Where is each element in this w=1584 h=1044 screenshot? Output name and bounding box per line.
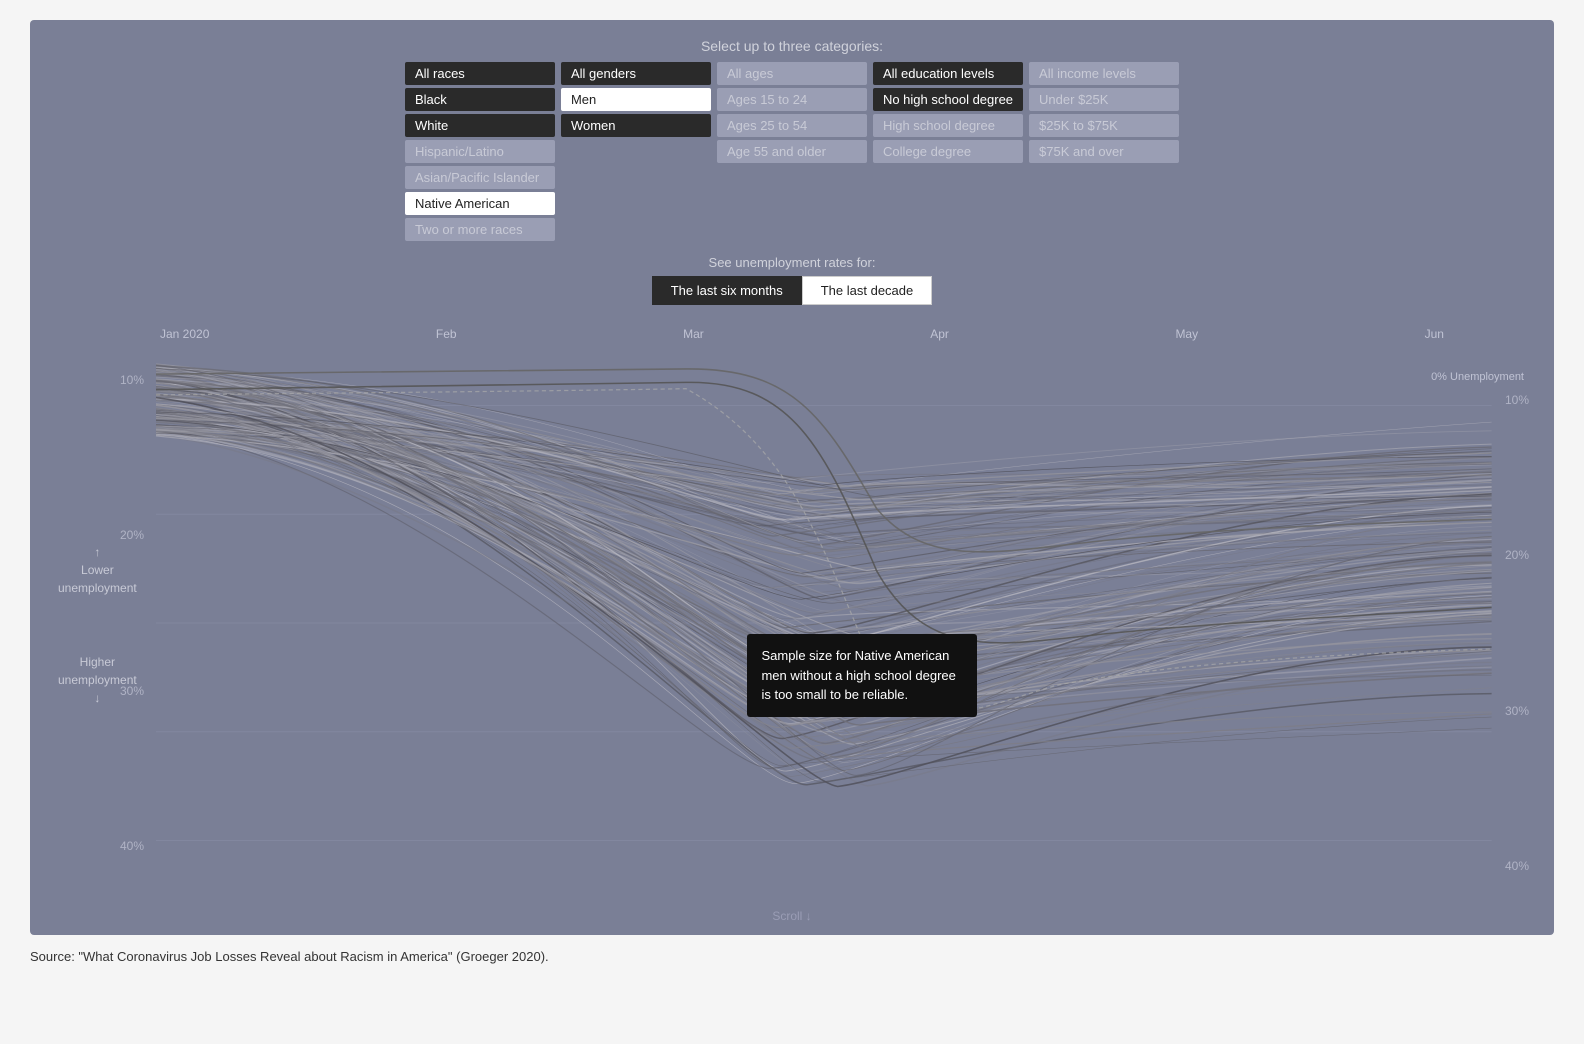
gender-all-btn[interactable]: All genders [561, 62, 711, 85]
scroll-indicator: Scroll ↓ [50, 903, 1534, 925]
gender-men-btn[interactable]: Men [561, 88, 711, 111]
race-two-races-btn[interactable]: Two or more races [405, 218, 555, 241]
outer-container: Select up to three categories: All races… [0, 0, 1584, 984]
source-line: Source: "What Coronavirus Job Losses Rev… [30, 949, 1554, 964]
income-75over-btn[interactable]: $75K and over [1029, 140, 1179, 163]
age-all-btn[interactable]: All ages [717, 62, 867, 85]
y-left-10: 10% [120, 373, 144, 387]
scroll-label: Scroll ↓ [772, 909, 811, 923]
race-hispanic-btn[interactable]: Hispanic/Latino [405, 140, 555, 163]
y-right-10: 10% [1505, 393, 1529, 407]
zero-pct-label: 0% Unemployment [1431, 371, 1524, 383]
edu-no-hs-btn[interactable]: No high school degree [873, 88, 1023, 111]
source-text: Source: "What Coronavirus Job Losses Rev… [30, 949, 549, 964]
category-groups: All races Black White Hispanic/Latino As… [405, 62, 1179, 241]
x-label-feb: Feb [436, 327, 457, 341]
x-axis-labels: Jan 2020 Feb Mar Apr May Jun [50, 327, 1534, 341]
edu-hs-btn[interactable]: High school degree [873, 114, 1023, 137]
higher-unemployment-label: Higherunemployment↓ [58, 653, 137, 707]
y-right-30: 30% [1505, 704, 1529, 718]
age-15-24-btn[interactable]: Ages 15 to 24 [717, 88, 867, 111]
edu-all-btn[interactable]: All education levels [873, 62, 1023, 85]
y-left-40: 40% [120, 839, 144, 853]
x-label-jan: Jan 2020 [160, 327, 209, 341]
income-group: All income levels Under $25K $25K to $75… [1029, 62, 1179, 241]
time-buttons: The last six months The last decade [652, 276, 933, 305]
lower-text: Lowerunemployment [58, 563, 137, 595]
time-controls-label: See unemployment rates for: [709, 255, 876, 270]
race-asian-btn[interactable]: Asian/Pacific Islander [405, 166, 555, 189]
race-native-btn[interactable]: Native American [405, 192, 555, 215]
y-right-20: 20% [1505, 548, 1529, 562]
income-25-75-btn[interactable]: $25K to $75K [1029, 114, 1179, 137]
tooltip-text: Sample size for Native American men with… [761, 648, 955, 702]
x-label-mar: Mar [683, 327, 704, 341]
time-decade-btn[interactable]: The last decade [802, 276, 933, 305]
income-all-btn[interactable]: All income levels [1029, 62, 1179, 85]
race-all-races-btn[interactable]: All races [405, 62, 555, 85]
higher-text: Higherunemployment [58, 655, 137, 687]
edu-college-btn[interactable]: College degree [873, 140, 1023, 163]
time-controls: See unemployment rates for: The last six… [652, 255, 933, 305]
race-white-btn[interactable]: White [405, 114, 555, 137]
education-group: All education levels No high school degr… [873, 62, 1023, 241]
age-group: All ages Ages 15 to 24 Ages 25 to 54 Age… [717, 62, 867, 241]
age-55-older-btn[interactable]: Age 55 and older [717, 140, 867, 163]
y-right-40: 40% [1505, 859, 1529, 873]
select-label: Select up to three categories: [701, 38, 883, 54]
age-25-54-btn[interactable]: Ages 25 to 54 [717, 114, 867, 137]
lower-unemployment-label: ↑Lowerunemployment [58, 543, 137, 597]
y-left-20: 20% [120, 528, 144, 542]
y-axis-left: 10% 20% 30% 40% [120, 373, 144, 853]
x-label-may: May [1175, 327, 1198, 341]
chart-area: 0% Unemployment 10% 20% 30% 40% 10% 20% … [50, 343, 1534, 903]
gender-women-btn[interactable]: Women [561, 114, 711, 137]
race-group: All races Black White Hispanic/Latino As… [405, 62, 555, 241]
chart-container: Select up to three categories: All races… [30, 20, 1554, 935]
time-six-months-btn[interactable]: The last six months [652, 276, 802, 305]
race-black-btn[interactable]: Black [405, 88, 555, 111]
x-label-apr: Apr [930, 327, 949, 341]
y-axis-right: 10% 20% 30% 40% [1505, 393, 1529, 873]
controls-area: Select up to three categories: All races… [50, 38, 1534, 317]
income-under25-btn[interactable]: Under $25K [1029, 88, 1179, 111]
gender-group: All genders Men Women [561, 62, 711, 241]
x-label-jun: Jun [1425, 327, 1444, 341]
tooltip-box: Sample size for Native American men with… [747, 634, 977, 717]
chart-svg [50, 343, 1534, 903]
